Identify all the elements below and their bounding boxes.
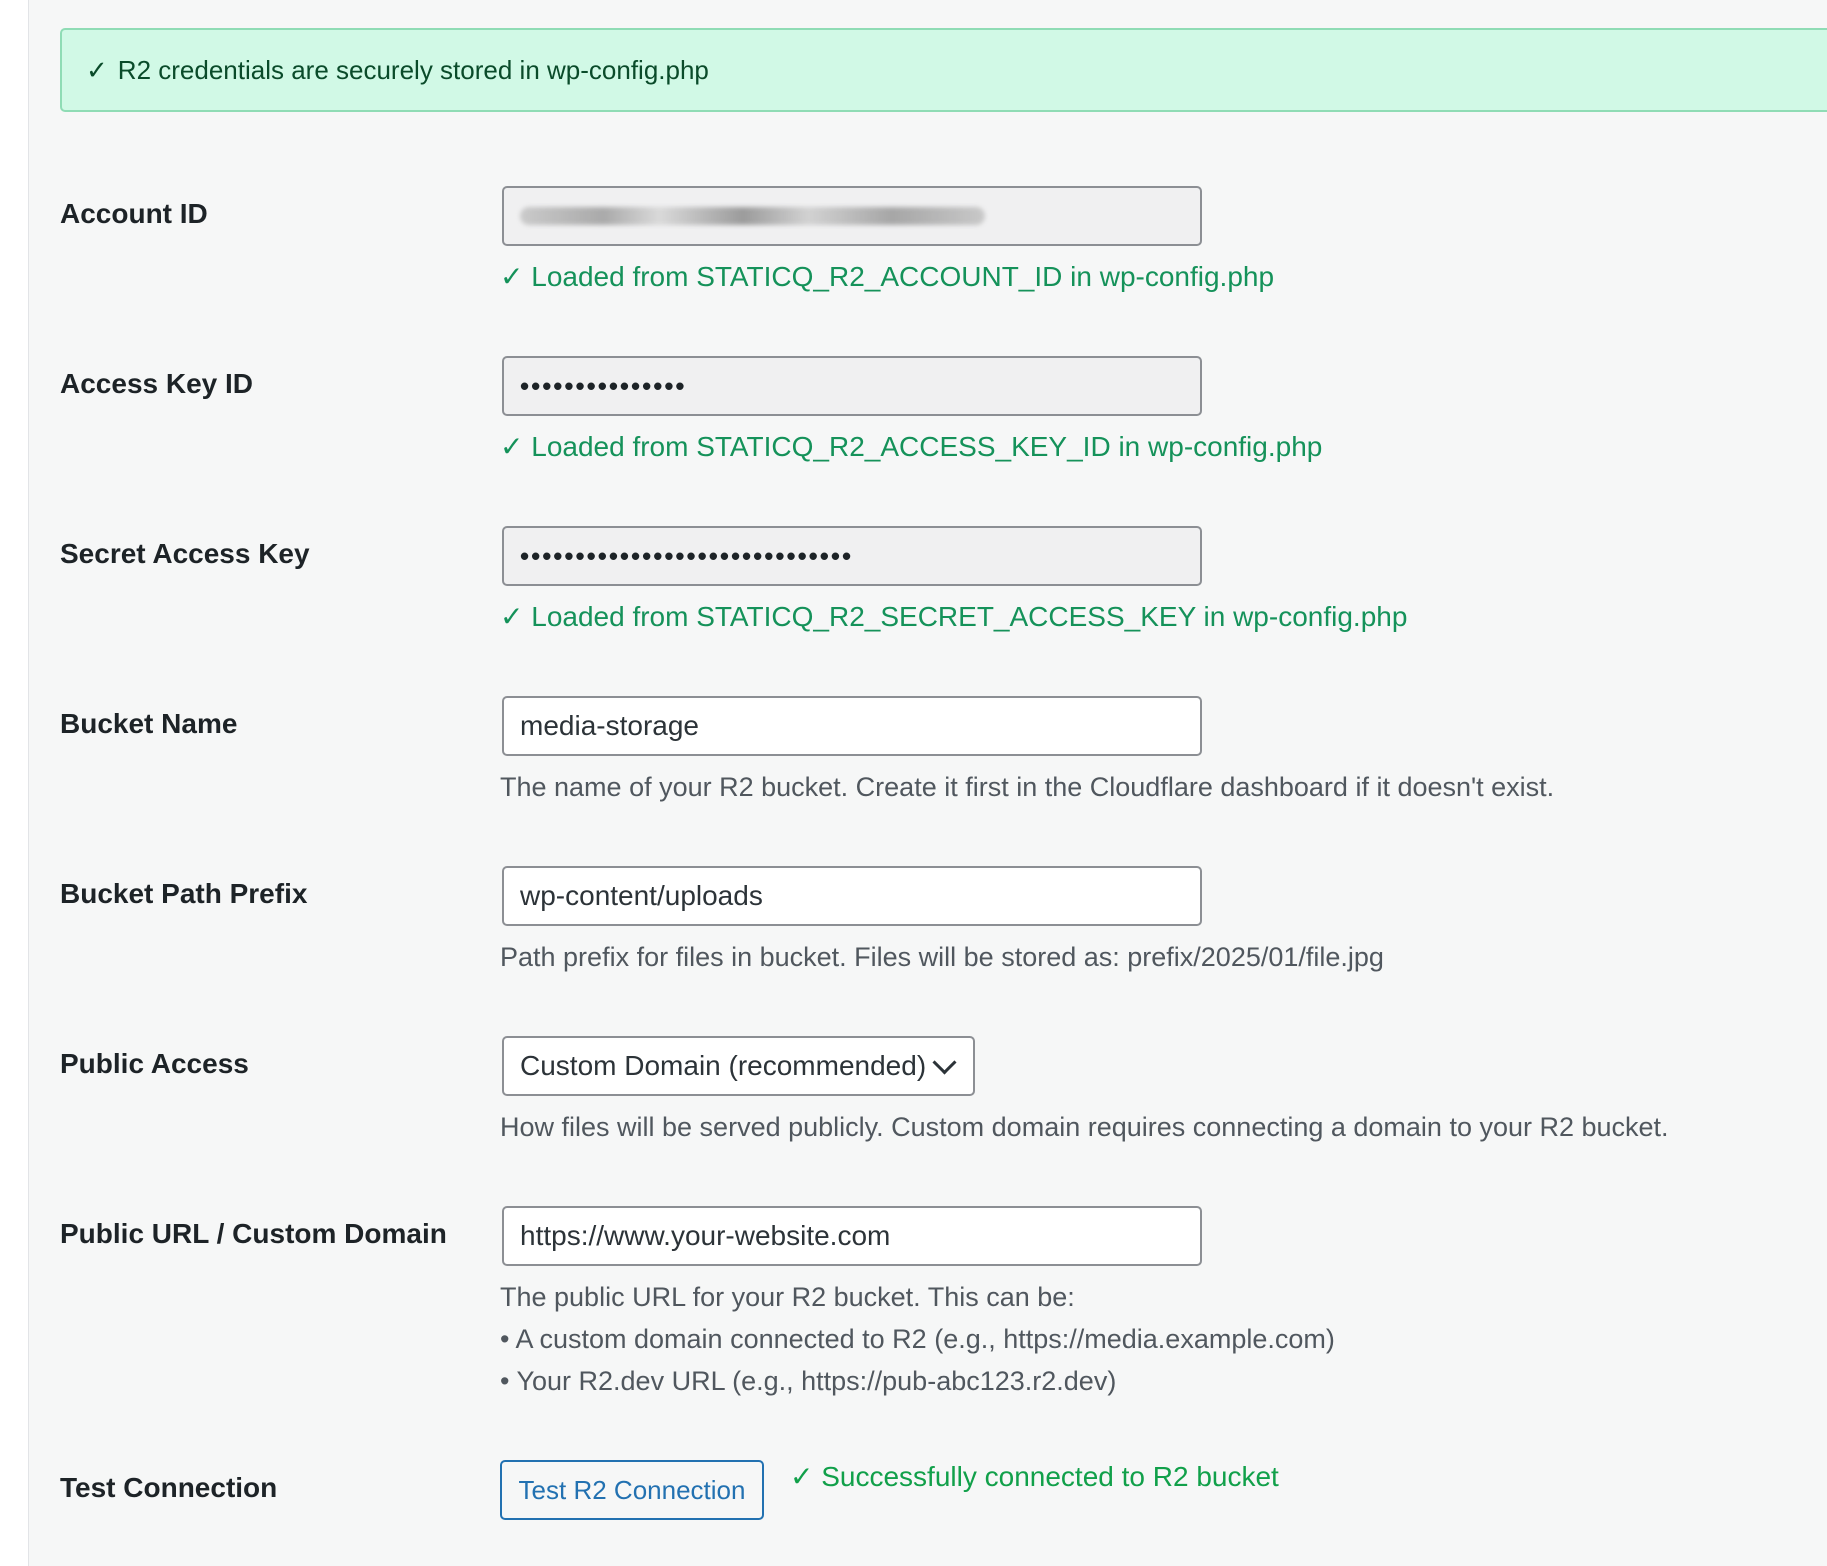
bucket-name-value: media-storage bbox=[520, 710, 699, 741]
access-key-id-field[interactable]: ••••••••••••••• bbox=[502, 356, 1202, 416]
public-url-option-custom-domain: • A custom domain connected to R2 (e.g.,… bbox=[500, 1324, 1335, 1354]
connection-status: ✓ Successfully connected to R2 bucket bbox=[790, 1461, 1279, 1492]
account-id-field[interactable] bbox=[502, 186, 1202, 246]
access-key-id-source-hint: ✓ Loaded from STATICQ_R2_ACCESS_KEY_ID i… bbox=[500, 431, 1323, 462]
bucket-name-label: Bucket Name bbox=[60, 708, 238, 739]
bucket-name-input[interactable]: media-storage bbox=[502, 696, 1202, 756]
bucket-name-description: The name of your R2 bucket. Create it fi… bbox=[500, 772, 1555, 802]
account-id-label: Account ID bbox=[60, 198, 208, 229]
check-icon: ✓ bbox=[86, 54, 108, 85]
bucket-path-prefix-label: Bucket Path Prefix bbox=[60, 878, 308, 909]
public-url-option-r2-dev: • Your R2.dev URL (e.g., https://pub-abc… bbox=[500, 1366, 1117, 1396]
credentials-notice: ✓ R2 credentials are securely stored in … bbox=[60, 28, 1827, 112]
public-access-description: How files will be served publicly. Custo… bbox=[500, 1112, 1669, 1142]
public-url-input[interactable]: https://www.your-website.com bbox=[502, 1206, 1202, 1266]
public-url-description-intro: The public URL for your R2 bucket. This … bbox=[500, 1282, 1075, 1312]
secret-access-key-field[interactable]: •••••••••••••••••••••••••••••• bbox=[502, 526, 1202, 586]
public-url-description: The public URL for your R2 bucket. This … bbox=[500, 1276, 1335, 1402]
account-id-source-hint: ✓ Loaded from STATICQ_R2_ACCOUNT_ID in w… bbox=[500, 261, 1275, 292]
public-url-value: https://www.your-website.com bbox=[520, 1220, 891, 1251]
access-key-id-masked-value: ••••••••••••••• bbox=[520, 370, 687, 401]
bucket-path-prefix-input[interactable]: wp-content/uploads bbox=[502, 866, 1202, 926]
test-r2-connection-button[interactable]: Test R2 Connection bbox=[500, 1460, 764, 1520]
bucket-path-prefix-value: wp-content/uploads bbox=[520, 880, 763, 911]
notice-text: R2 credentials are securely stored in wp… bbox=[117, 54, 709, 85]
bucket-path-prefix-description: Path prefix for files in bucket. Files w… bbox=[500, 942, 1384, 972]
test-connection-label: Test Connection bbox=[60, 1472, 278, 1503]
chevron-down-icon bbox=[932, 1049, 957, 1075]
public-access-label: Public Access bbox=[60, 1048, 249, 1079]
secret-access-key-label: Secret Access Key bbox=[60, 538, 310, 569]
public-access-select[interactable]: Custom Domain (recommended) bbox=[502, 1036, 975, 1096]
secret-access-key-source-hint: ✓ Loaded from STATICQ_R2_SECRET_ACCESS_K… bbox=[500, 601, 1408, 632]
public-url-label: Public URL / Custom Domain bbox=[60, 1218, 447, 1249]
secret-access-key-masked-value: •••••••••••••••••••••••••••••• bbox=[520, 540, 854, 571]
admin-sidebar-edge bbox=[0, 0, 29, 1566]
public-access-selected: Custom Domain (recommended) bbox=[520, 1050, 927, 1081]
redacted-value bbox=[520, 207, 985, 225]
access-key-id-label: Access Key ID bbox=[60, 368, 254, 399]
